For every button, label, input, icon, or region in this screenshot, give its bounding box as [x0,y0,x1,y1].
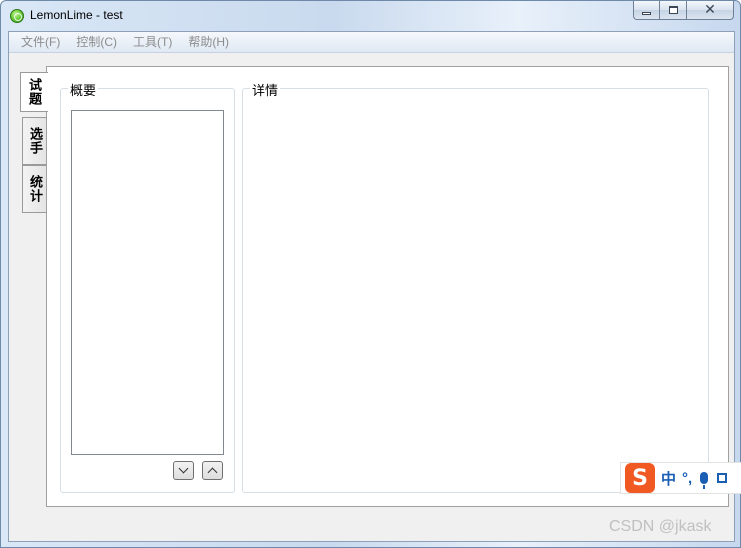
summary-group: 概要 [60,80,235,493]
caption-buttons: ✕ [633,1,734,21]
chevron-up-icon [207,467,218,478]
details-group: 详情 [242,80,709,493]
tab-problems-label: 试题 [27,78,42,106]
window-title: LemonLime - test [30,8,123,22]
close-icon: ✕ [704,2,716,18]
close-button[interactable]: ✕ [687,1,734,20]
ime-toolbar: S 中 °, [620,462,741,494]
tab-contestants-label: 选手 [28,127,43,155]
problem-summary-list[interactable] [71,110,224,455]
menu-file[interactable]: 文件(F) [13,32,68,53]
microphone-icon[interactable] [700,472,709,489]
watermark: CSDN @jkask [609,518,712,535]
maximize-icon [668,6,678,14]
move-up-button[interactable] [202,461,223,480]
chevron-down-icon [178,463,189,474]
details-group-title: 详情 [250,80,281,99]
tab-problems[interactable]: 试题 [20,72,48,112]
problems-tab-pane: 概要 详情 [46,66,729,507]
maximize-button[interactable] [660,1,687,20]
menu-control[interactable]: 控制(C) [68,32,125,53]
menu-bar: 文件(F) 控制(C) 工具(T) 帮助(H) [9,32,734,53]
tab-statistics[interactable]: 统计 [22,165,48,213]
toolbox-icon[interactable] [717,473,728,483]
sogou-ime-logo[interactable]: S [625,463,655,493]
minimize-icon [642,11,651,15]
lemonlime-app-icon [10,9,24,23]
menu-tools[interactable]: 工具(T) [125,32,180,53]
move-down-button[interactable] [173,461,194,480]
menu-help[interactable]: 帮助(H) [180,32,237,53]
tab-contestants[interactable]: 选手 [22,117,48,165]
summary-group-title: 概要 [68,80,99,99]
minimize-button[interactable] [633,1,660,20]
ime-punctuation-toggle[interactable]: °, [682,470,692,487]
ime-language-toggle[interactable]: 中 [661,468,676,489]
title-bar[interactable]: LemonLime - test ✕ [1,1,740,31]
tab-statistics-label: 统计 [28,175,43,203]
